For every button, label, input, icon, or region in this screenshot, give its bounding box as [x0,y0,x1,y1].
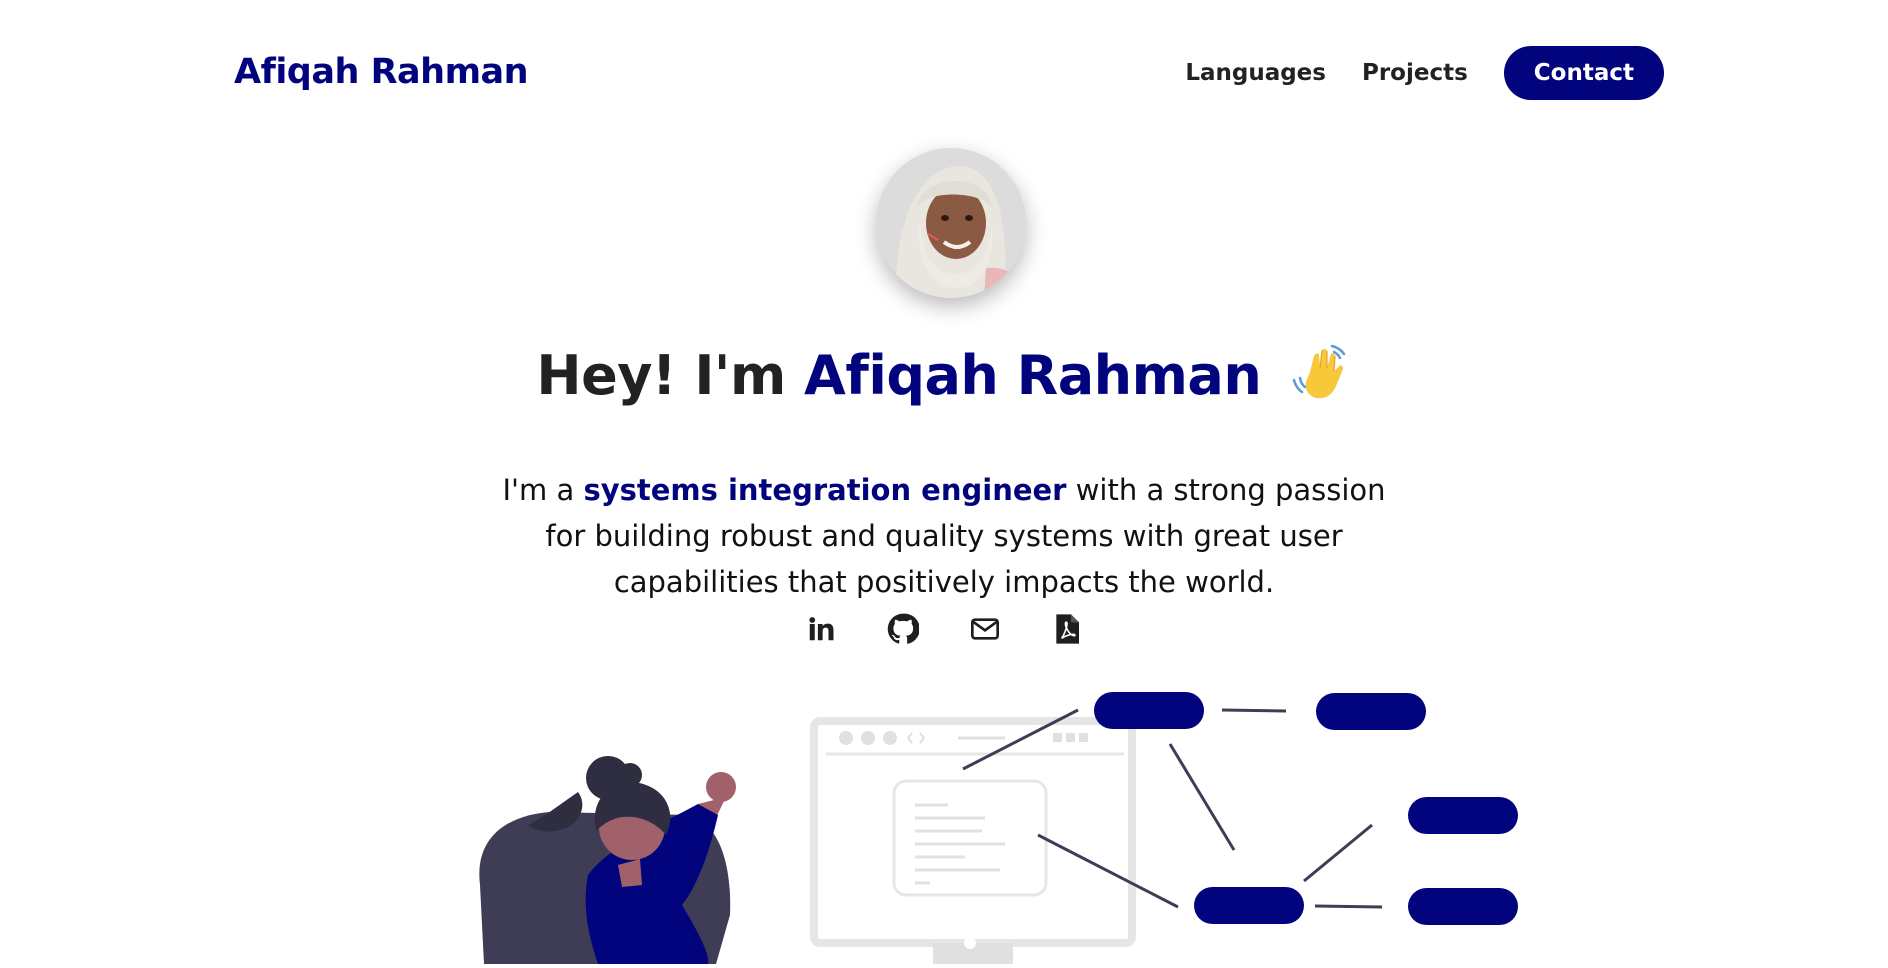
hero-illustration [470,675,1530,964]
pdf-resume-icon[interactable] [1050,612,1084,646]
monitor-illustration [810,717,1136,964]
brand-logo[interactable]: Afiqah Rahman [234,52,529,92]
top-nav: Languages Projects Contact [1185,46,1664,100]
hero-headline: Hey! I'm Afiqah Rahman [0,342,1888,407]
hero-intro: I'm a systems integration engineer with … [494,467,1394,605]
email-icon[interactable] [968,612,1002,646]
nav-projects-link[interactable]: Projects [1362,60,1468,86]
greeting-text: Hey! I'm [536,344,805,407]
linkedin-icon[interactable] [804,612,838,646]
waving-hand-icon [1290,342,1352,404]
nav-languages-link[interactable]: Languages [1185,60,1326,86]
social-links [0,612,1888,646]
hero-name: Afiqah Rahman [804,344,1262,407]
contact-button[interactable]: Contact [1503,46,1664,100]
github-icon[interactable] [886,612,920,646]
intro-prefix: I'm a [502,473,584,507]
person-illustration [479,756,736,964]
intro-role: systems integration engineer [583,473,1067,507]
profile-avatar [876,148,1026,298]
